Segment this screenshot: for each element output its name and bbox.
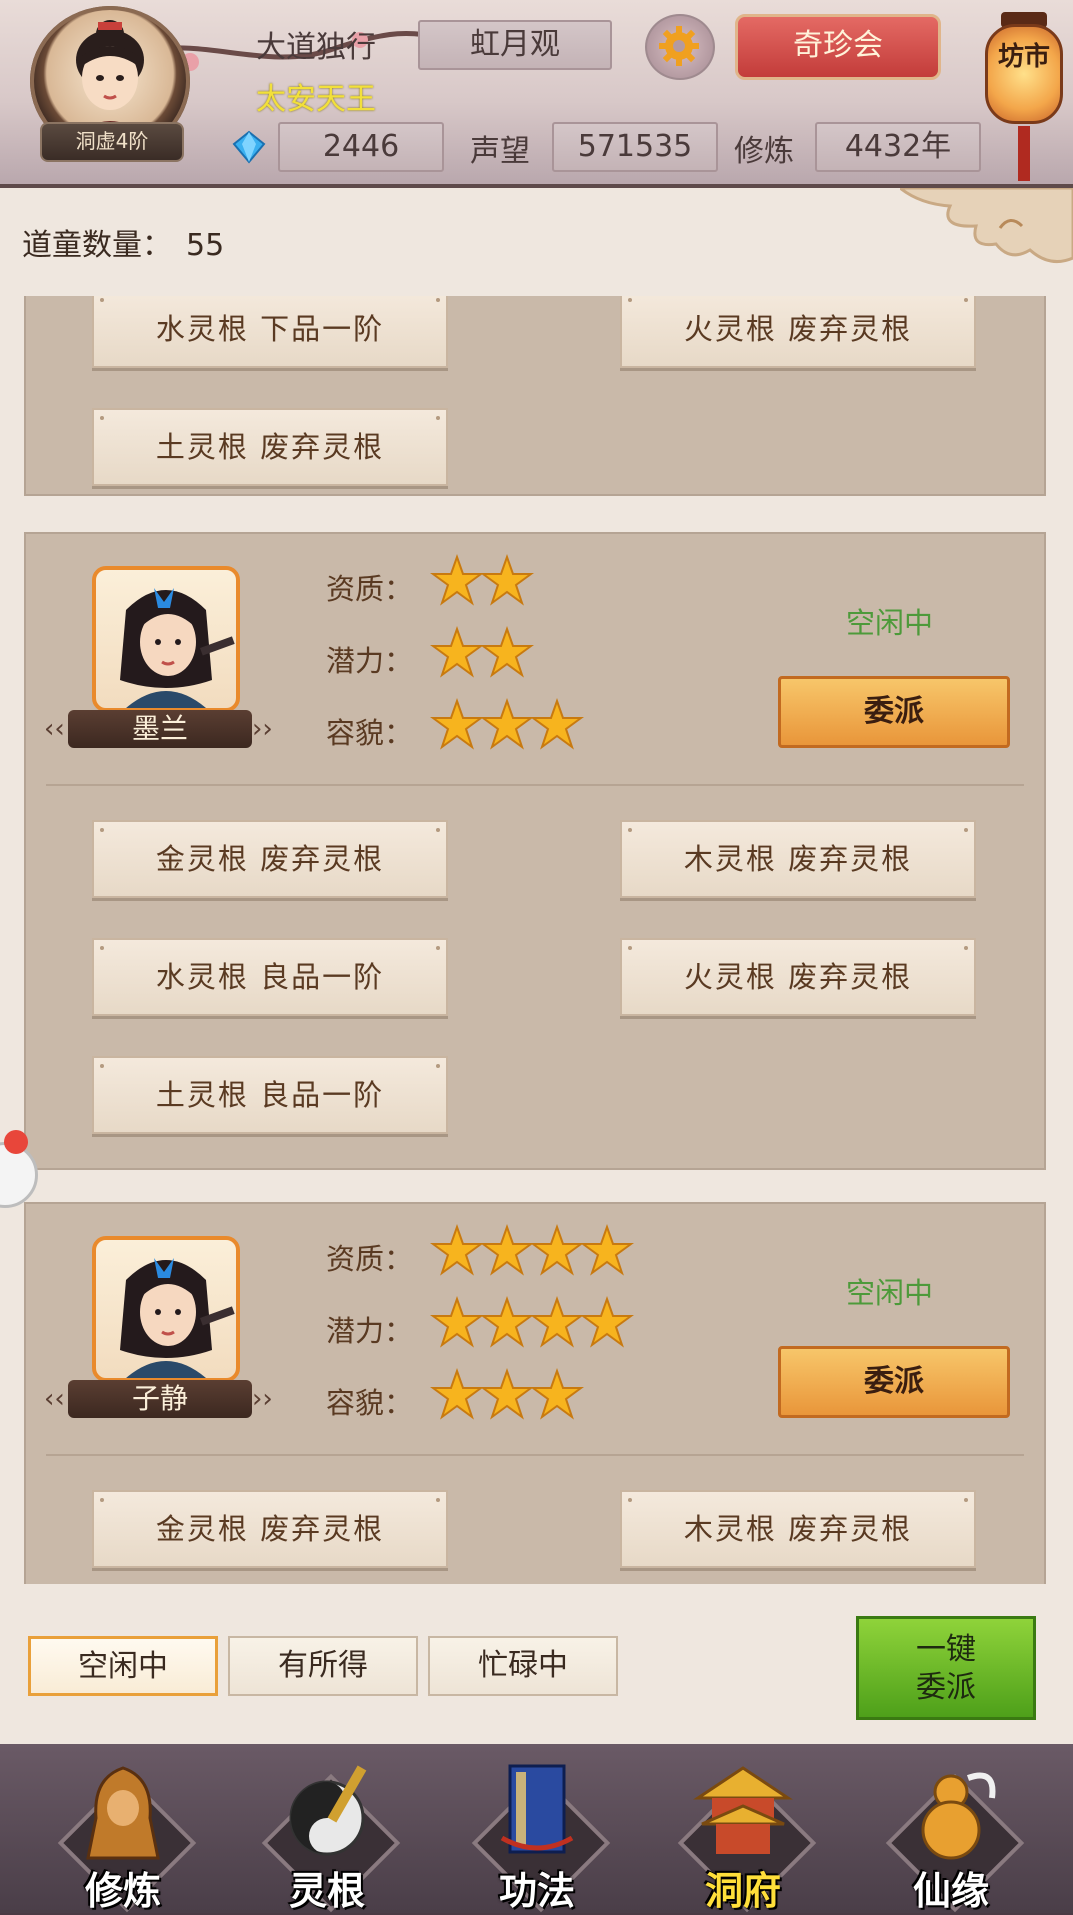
market-label: 坊市 [985, 24, 1063, 124]
disciple-card: ‹‹ 墨兰 ›› 资质： 潜力： 容貌： 空闲中 委派 金灵根 废弃灵根 木灵根… [24, 532, 1046, 1170]
yin-yang-sword-icon [289, 1765, 367, 1856]
disciple-portrait[interactable] [92, 1236, 240, 1382]
notification-dot [4, 1130, 28, 1154]
star-icon [480, 1368, 534, 1420]
disciple-count-label: 道童数量： [22, 228, 172, 263]
meditating-monk-icon [86, 1766, 160, 1860]
appearance-label: 容貌： [326, 716, 414, 750]
fame-label: 声望 [470, 134, 530, 169]
nav-label: 仙缘 [912, 1868, 989, 1913]
player-title: 太安天王 [256, 82, 376, 117]
nav-spirit-root[interactable]: 灵根 [252, 1758, 402, 1913]
bottom-navigation: 修炼 灵根 功法 洞府 仙缘 [0, 1744, 1073, 1913]
appearance-label: 容貌： [326, 1386, 414, 1420]
disciple-portrait[interactable] [92, 566, 240, 712]
one-click-assign-line1: 一键 [916, 1632, 976, 1667]
fame-value: 571535 [552, 122, 718, 172]
tab-idle[interactable]: 空闲中 [28, 1636, 218, 1696]
gear-icon [659, 26, 699, 66]
disciple-name: 墨兰 [68, 710, 252, 748]
divider [46, 784, 1024, 786]
star-icon [480, 554, 534, 606]
gem-icon [232, 130, 266, 164]
star-icon [580, 1296, 634, 1348]
disciple-card: 水灵根 下品一阶 火灵根 废弃灵根 土灵根 废弃灵根 [24, 296, 1046, 496]
star-icon [430, 1368, 484, 1420]
assign-button[interactable]: 委派 [778, 1346, 1010, 1418]
settings-button[interactable] [645, 14, 715, 80]
star-icon [430, 1296, 484, 1348]
market-lantern-button[interactable]: 坊市 [985, 0, 1063, 181]
disciple-nameplate: ‹‹ 墨兰 ›› [44, 710, 276, 750]
aptitude-label: 资质： [326, 572, 414, 606]
disciple-list[interactable]: 水灵根 下品一阶 火灵根 废弃灵根 土灵根 废弃灵根 ‹‹ 墨兰 ›› 资质： … [0, 296, 1073, 1584]
star-icon [430, 698, 484, 750]
disciple-count-row: 道童数量： 55 [22, 220, 224, 264]
spirit-root-chip: 木灵根 废弃灵根 [620, 820, 976, 898]
book-icon [500, 1764, 574, 1854]
star-icon [480, 698, 534, 750]
nav-label: 修炼 [84, 1868, 161, 1913]
star-icon [430, 626, 484, 678]
spirit-root-chip: 金灵根 废弃灵根 [92, 820, 448, 898]
disciple-panel: 道童数量： 55 水灵根 下品一阶 火灵根 废弃灵根 土灵根 废弃灵根 ‹‹ 墨… [0, 184, 1073, 1748]
potential-label: 潜力： [326, 1314, 414, 1348]
disciple-name: 子静 [68, 1380, 252, 1418]
assign-button[interactable]: 委派 [778, 676, 1010, 748]
divider [46, 1454, 1024, 1456]
star-icon [430, 554, 484, 606]
star-icon [530, 1296, 584, 1348]
gem-count: 2446 [278, 122, 444, 172]
nav-fortune[interactable]: 仙缘 [876, 1758, 1026, 1913]
one-click-assign-button[interactable]: 一键 委派 [856, 1616, 1036, 1720]
spirit-root-chip: 火灵根 废弃灵根 [620, 938, 976, 1016]
spirit-root-chip: 土灵根 废弃灵根 [92, 408, 448, 486]
nav-techniques[interactable]: 功法 [462, 1758, 612, 1913]
cloud-decoration [900, 188, 1073, 264]
one-click-assign-line2: 委派 [916, 1670, 976, 1705]
cultivation-label: 修炼 [734, 134, 794, 169]
star-icon [480, 626, 534, 678]
status-badge: 空闲中 [846, 606, 934, 640]
cultivation-value: 4432年 [815, 122, 981, 172]
nav-cultivate[interactable]: 修炼 [48, 1758, 198, 1913]
disciple-count-value: 55 [186, 228, 225, 263]
spirit-root-chip: 金灵根 废弃灵根 [92, 1490, 448, 1568]
spirit-root-chip: 木灵根 废弃灵根 [620, 1490, 976, 1568]
pagoda-icon [693, 1766, 793, 1854]
realm-badge: 洞虚4阶 [40, 122, 184, 162]
nav-label: 灵根 [288, 1868, 365, 1913]
aptitude-label: 资质： [326, 1242, 414, 1276]
chevron-right-icon: ›› [252, 714, 273, 744]
spirit-root-chip: 水灵根 良品一阶 [92, 938, 448, 1016]
nav-label: 功法 [498, 1868, 575, 1913]
spirit-root-chip: 土灵根 良品一阶 [92, 1056, 448, 1134]
status-badge: 空闲中 [846, 1276, 934, 1310]
sect-name[interactable]: 虹月观 [418, 20, 612, 70]
potential-label: 潜力： [326, 644, 414, 678]
top-status-bar: 洞虚4阶 大道独行 太安天王 虹月观 奇珍会 坊市 2446 声望 571535… [0, 0, 1073, 185]
star-icon [430, 1224, 484, 1276]
gourd-icon [921, 1772, 996, 1860]
star-icon [580, 1224, 634, 1276]
star-icon [530, 698, 584, 750]
nav-cave-dwelling[interactable]: 洞府 [668, 1758, 818, 1913]
chevron-right-icon: ›› [252, 1384, 273, 1414]
spirit-root-chip: 火灵根 废弃灵根 [620, 296, 976, 368]
lantern-tassel [1018, 126, 1030, 181]
star-icon [530, 1224, 584, 1276]
player-name: 大道独行 [256, 30, 376, 65]
tab-busy[interactable]: 忙碌中 [428, 1636, 618, 1696]
treasure-auction-button[interactable]: 奇珍会 [735, 14, 941, 80]
chevron-left-icon: ‹‹ [44, 714, 65, 744]
star-icon [530, 1368, 584, 1420]
spirit-root-chip: 水灵根 下品一阶 [92, 296, 448, 368]
star-icon [480, 1224, 534, 1276]
nav-label: 洞府 [704, 1868, 781, 1913]
disciple-card: ‹‹ 子静 ›› 资质： 潜力： 容貌： 空闲中 委派 金灵根 废弃灵根 木灵根… [24, 1202, 1046, 1584]
star-icon [480, 1296, 534, 1348]
tab-rewarded[interactable]: 有所得 [228, 1636, 418, 1696]
disciple-nameplate: ‹‹ 子静 ›› [44, 1380, 276, 1420]
chevron-left-icon: ‹‹ [44, 1384, 65, 1414]
